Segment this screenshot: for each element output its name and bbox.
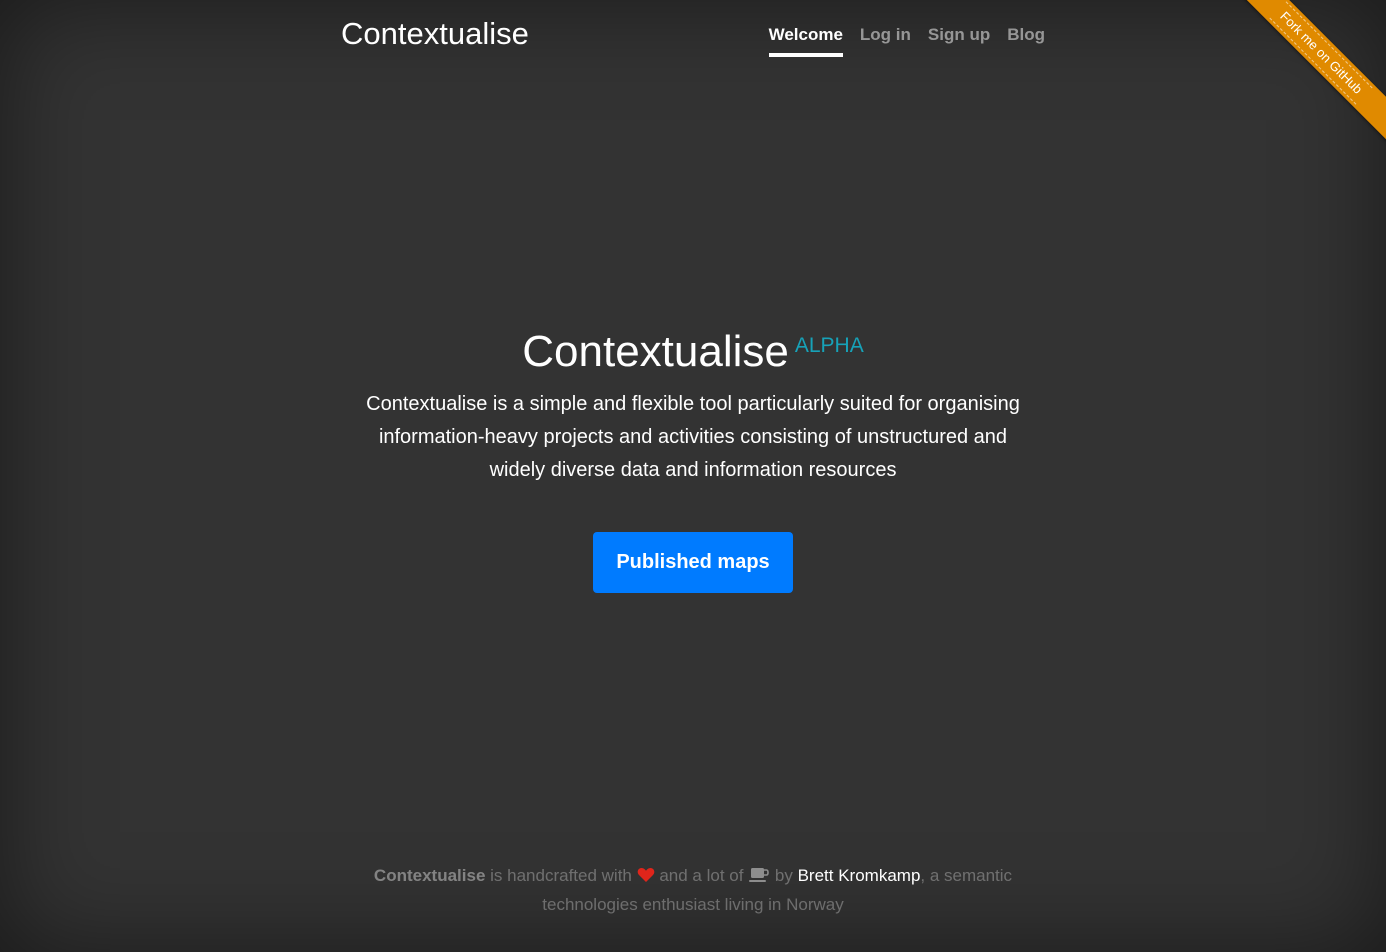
alpha-badge: ALPHA [794, 334, 864, 357]
brand-logo[interactable]: Contextualise [341, 15, 529, 53]
published-maps-button[interactable]: Published maps [593, 532, 793, 593]
footer-text-1: is handcrafted with [485, 866, 637, 885]
github-ribbon-container: Fork me on GitHub [1236, 0, 1386, 150]
masthead: Contextualise Welcome Log in Sign up Blo… [341, 0, 1045, 70]
nav-log-in[interactable]: Log in [860, 23, 911, 57]
nav-sign-up[interactable]: Sign up [928, 23, 990, 57]
heart-icon [637, 864, 655, 891]
footer: Contextualise is handcrafted with and a … [343, 862, 1043, 918]
ribbon-label: Fork me on GitHub [1269, 1, 1373, 105]
nav-welcome[interactable]: Welcome [768, 23, 843, 57]
coffee-icon [748, 864, 770, 891]
nav-blog[interactable]: Blog [1007, 23, 1045, 57]
hero: Contextualise ALPHA Contextualise is a si… [0, 318, 1386, 593]
hero-title: Contextualise ALPHA [0, 318, 1386, 380]
footer-text-3: by [770, 866, 798, 885]
footer-brand: Contextualise [373, 866, 486, 885]
main-nav: Welcome Log in Sign up Blog [768, 23, 1045, 57]
fork-on-github-ribbon[interactable]: Fork me on GitHub [1236, 0, 1386, 145]
hero-lead: Contextualise is a simple and flexible t… [366, 393, 1020, 481]
footer-text-2: and a lot of [654, 866, 749, 885]
hero-title-text: Contextualise [522, 327, 789, 376]
author-link[interactable]: Brett Kromkamp [798, 866, 921, 885]
